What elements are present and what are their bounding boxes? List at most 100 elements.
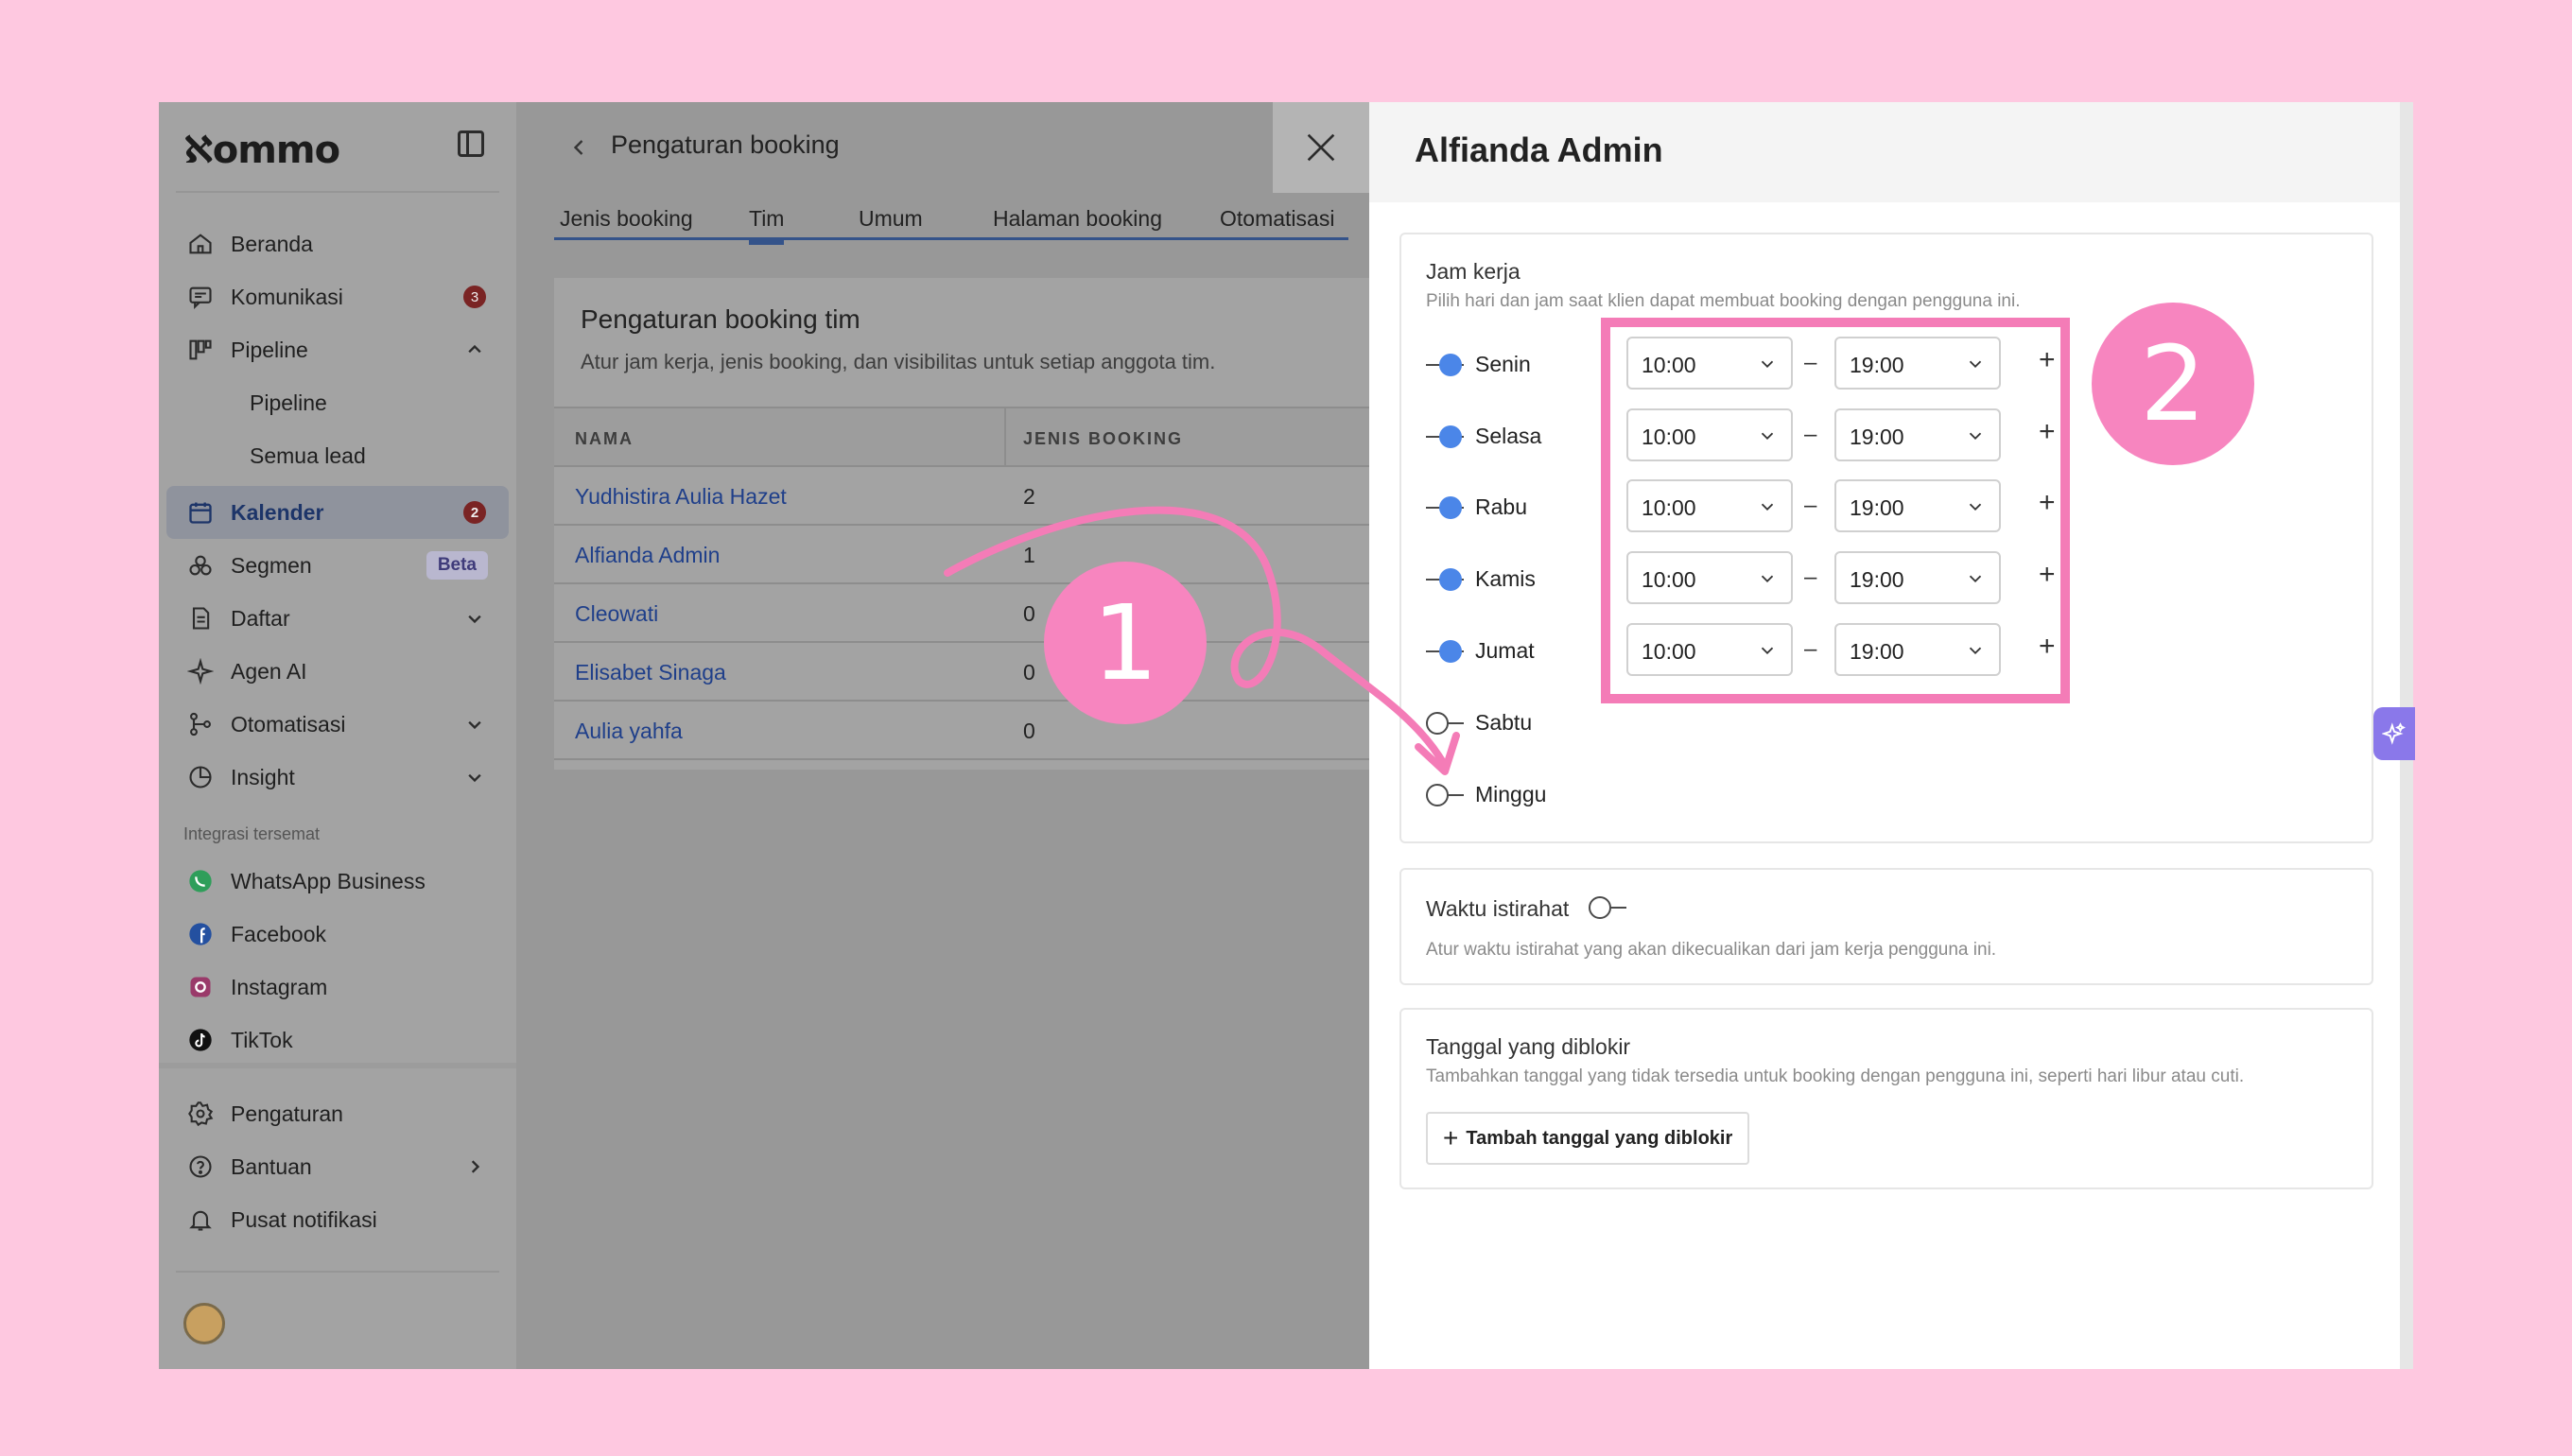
blocked-dates-card: Tanggal yang diblokir Tambahkan tanggal … <box>1399 1008 2373 1189</box>
pipeline-icon <box>187 337 214 363</box>
plus-icon: + <box>1443 1123 1459 1153</box>
sidebar-item-tiktok[interactable]: TikTok <box>166 1014 509 1066</box>
sidebar-item-label: Pipeline <box>250 390 327 415</box>
day-row: Minggu <box>1426 767 2088 820</box>
work-hours-title: Jam kerja <box>1426 259 1521 284</box>
sidebar-item-label: Instagram <box>231 974 328 999</box>
day-toggle[interactable] <box>1426 496 1466 519</box>
sidebar-item-agen-ai[interactable]: Agen AI <box>166 645 509 698</box>
sidebar-item-otomatisasi[interactable]: Otomatisasi <box>166 698 509 751</box>
chevron-up-icon <box>468 344 481 354</box>
sidebar-item-label: Insight <box>231 764 295 789</box>
day-toggle[interactable] <box>1426 354 1466 376</box>
column-header-nama[interactable]: NAMA <box>575 429 634 449</box>
sidebar: ℵommo Beranda Komunikasi 3 Pipeline Pipe… <box>159 102 516 1369</box>
sidebar-item-instagram[interactable]: Instagram <box>166 961 509 1014</box>
sidebar-item-pipeline[interactable]: Pipeline <box>166 323 509 376</box>
sidebar-item-beranda[interactable]: Beranda <box>166 217 509 270</box>
add-blocked-date-label: Tambah tanggal yang diblokir <box>1466 1127 1733 1149</box>
sidebar-item-bantuan[interactable]: Bantuan <box>166 1140 509 1193</box>
sidebar-item-pipeline-sub[interactable]: Pipeline <box>166 376 509 429</box>
sidebar-item-whatsapp[interactable]: WhatsApp Business <box>166 855 509 908</box>
break-time-card: Waktu istirahat Atur waktu istirahat yan… <box>1399 868 2373 985</box>
member-name-link[interactable]: Cleowati <box>575 601 658 627</box>
whatsapp-icon <box>187 868 214 894</box>
sidebar-collapse-icon[interactable] <box>458 130 484 157</box>
home-icon <box>187 231 214 257</box>
tab-jenis-booking[interactable]: Jenis booking <box>560 206 693 232</box>
tiktok-icon <box>187 1027 214 1053</box>
sidebar-item-insight[interactable]: Insight <box>166 751 509 804</box>
day-toggle[interactable] <box>1426 425 1466 448</box>
sidebar-item-kalender[interactable]: Kalender 2 <box>166 486 509 539</box>
sidebar-item-label: Pipeline <box>231 337 308 362</box>
close-panel-button[interactable] <box>1273 102 1369 193</box>
sidebar-item-label: TikTok <box>231 1027 293 1052</box>
sidebar-item-label: Segmen <box>231 552 312 578</box>
member-name-link[interactable]: Alfianda Admin <box>575 543 720 568</box>
sidebar-item-pusat-notifikasi[interactable]: Pusat notifikasi <box>166 1193 509 1246</box>
member-name-link[interactable]: Aulia yahfa <box>575 719 683 744</box>
page-title: Pengaturan booking <box>611 130 840 159</box>
chat-icon <box>187 284 214 310</box>
bell-icon <box>187 1206 214 1233</box>
member-detail-panel: Alfianda Admin Jam kerja Pilih hari dan … <box>1369 102 2413 1369</box>
gear-icon <box>187 1101 214 1127</box>
help-icon <box>187 1153 214 1180</box>
work-hours-highlight <box>1601 318 2070 703</box>
tab-tim[interactable]: Tim <box>749 206 785 245</box>
app-window: ℵommo Beranda Komunikasi 3 Pipeline Pipe… <box>159 102 2413 1369</box>
day-label: Senin <box>1475 352 1531 376</box>
sidebar-divider <box>176 1271 499 1273</box>
column-header-jenis-booking[interactable]: JENIS BOOKING <box>1023 429 1183 449</box>
beta-badge: Beta <box>426 551 488 580</box>
sidebar-item-label: Daftar <box>231 605 290 631</box>
day-toggle[interactable] <box>1426 784 1466 806</box>
sidebar-item-label: Beranda <box>231 231 313 256</box>
blocked-dates-title: Tanggal yang diblokir <box>1426 1034 1631 1059</box>
day-label: Jumat <box>1475 638 1535 663</box>
sidebar-item-label: Pengaturan <box>231 1101 343 1126</box>
panel-header: Alfianda Admin <box>1369 102 2400 202</box>
member-name-link[interactable]: Yudhistira Aulia Hazet <box>575 484 787 510</box>
list-icon <box>187 605 214 632</box>
sidebar-item-semua-lead[interactable]: Semua lead <box>166 429 509 482</box>
sidebar-divider <box>176 191 499 193</box>
kommo-logo[interactable]: ℵommo <box>183 129 340 172</box>
facebook-icon <box>187 921 214 947</box>
sidebar-item-label: Komunikasi <box>231 284 343 309</box>
tab-umum[interactable]: Umum <box>859 206 923 232</box>
day-toggle[interactable] <box>1426 568 1466 591</box>
sidebar-item-label: WhatsApp Business <box>231 868 426 893</box>
booking-count: 1 <box>1023 543 1035 567</box>
sidebar-item-komunikasi[interactable]: Komunikasi 3 <box>166 270 509 323</box>
segment-icon <box>187 552 214 579</box>
blocked-dates-subtitle: Tambahkan tanggal yang tidak tersedia un… <box>1426 1066 2245 1086</box>
integrations-heading: Integrasi tersemat <box>183 824 321 843</box>
ai-assistant-button[interactable] <box>2373 707 2415 760</box>
break-time-toggle[interactable] <box>1589 896 1628 919</box>
sparkle-icon <box>2382 722 2406 745</box>
sidebar-item-segmen[interactable]: Segmen Beta <box>166 539 509 592</box>
back-chevron-icon[interactable] <box>565 134 592 161</box>
user-avatar[interactable] <box>183 1303 225 1344</box>
day-toggle[interactable] <box>1426 712 1466 735</box>
booking-count: 0 <box>1023 660 1035 685</box>
sidebar-item-facebook[interactable]: Facebook <box>166 908 509 961</box>
step-1-badge: 1 <box>1044 562 1207 724</box>
sidebar-item-label: Agen AI <box>231 658 307 684</box>
tab-otomatisasi[interactable]: Otomatisasi <box>1220 206 1334 232</box>
tab-halaman-booking[interactable]: Halaman booking <box>993 206 1162 232</box>
add-blocked-date-button[interactable]: + Tambah tanggal yang diblokir <box>1426 1112 1750 1165</box>
sparkle-icon <box>187 658 214 685</box>
sidebar-item-label: Bantuan <box>231 1153 312 1179</box>
day-toggle[interactable] <box>1426 640 1466 663</box>
chevron-right-icon <box>471 1160 480 1173</box>
sidebar-item-pengaturan[interactable]: Pengaturan <box>166 1087 509 1140</box>
sidebar-item-daftar[interactable]: Daftar <box>166 592 509 645</box>
member-name-link[interactable]: Elisabet Sinaga <box>575 660 726 685</box>
booking-count: 2 <box>1023 484 1035 509</box>
unread-badge: 2 <box>463 501 486 524</box>
day-label: Selasa <box>1475 424 1542 448</box>
break-time-title: Waktu istirahat <box>1426 896 1570 921</box>
